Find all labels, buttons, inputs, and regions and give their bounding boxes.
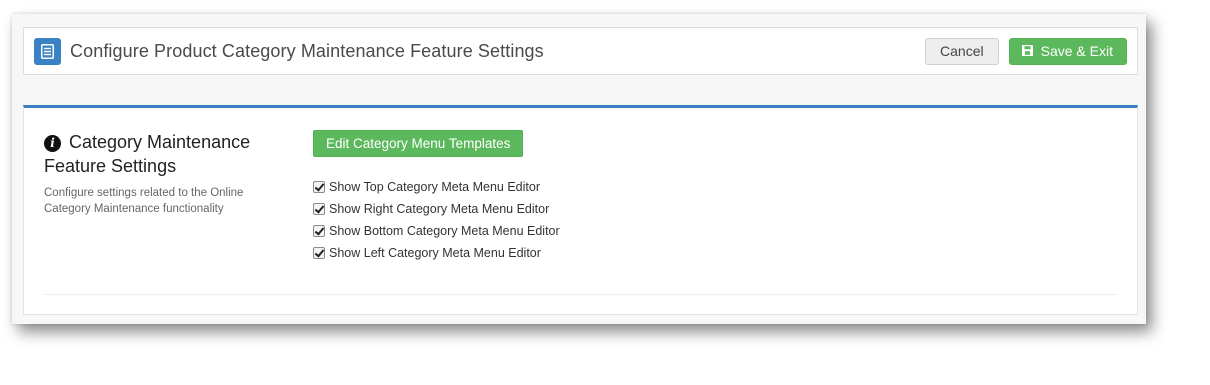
checkbox-top[interactable] [313, 181, 325, 193]
checkbox-bottom[interactable] [313, 225, 325, 237]
checkbox-row-left[interactable]: Show Left Category Meta Menu Editor [313, 242, 560, 264]
cancel-button[interactable]: Cancel [925, 37, 999, 65]
page-header: Configure Product Category Maintenance F… [23, 27, 1138, 75]
checkbox-label-right: Show Right Category Meta Menu Editor [329, 202, 550, 216]
feature-settings-panel: i Category Maintenance Feature Settings C… [23, 105, 1138, 315]
save-exit-button[interactable]: Save & Exit [1008, 37, 1127, 65]
settings-window: Configure Product Category Maintenance F… [12, 14, 1146, 324]
section-description: Configure settings related to the Online… [44, 187, 244, 215]
checkbox-list: Show Top Category Meta Menu Editor Show … [313, 176, 560, 264]
document-icon [34, 37, 61, 65]
checkbox-row-top[interactable]: Show Top Category Meta Menu Editor [313, 176, 560, 198]
section-heading: i Category Maintenance Feature Settings [44, 130, 289, 178]
section-divider [44, 294, 1117, 295]
settings-controls: Edit Category Menu Templates Show Top Ca… [313, 130, 560, 264]
page-title: Configure Product Category Maintenance F… [70, 40, 544, 61]
save-icon [1021, 43, 1033, 59]
info-icon: i [44, 135, 61, 152]
checkbox-left[interactable] [313, 247, 325, 259]
header-actions: Cancel Save & Exit [925, 37, 1127, 65]
save-exit-label: Save & Exit [1040, 43, 1113, 59]
section-info: i Category Maintenance Feature Settings C… [44, 130, 289, 217]
checkbox-label-bottom: Show Bottom Category Meta Menu Editor [329, 224, 560, 238]
edit-templates-button[interactable]: Edit Category Menu Templates [313, 130, 524, 157]
checkbox-row-bottom[interactable]: Show Bottom Category Meta Menu Editor [313, 220, 560, 242]
checkbox-row-right[interactable]: Show Right Category Meta Menu Editor [313, 198, 560, 220]
checkbox-right[interactable] [313, 203, 325, 215]
checkbox-label-left: Show Left Category Meta Menu Editor [329, 246, 541, 260]
section-title: Category Maintenance Feature Settings [44, 132, 251, 176]
checkbox-label-top: Show Top Category Meta Menu Editor [329, 180, 540, 194]
